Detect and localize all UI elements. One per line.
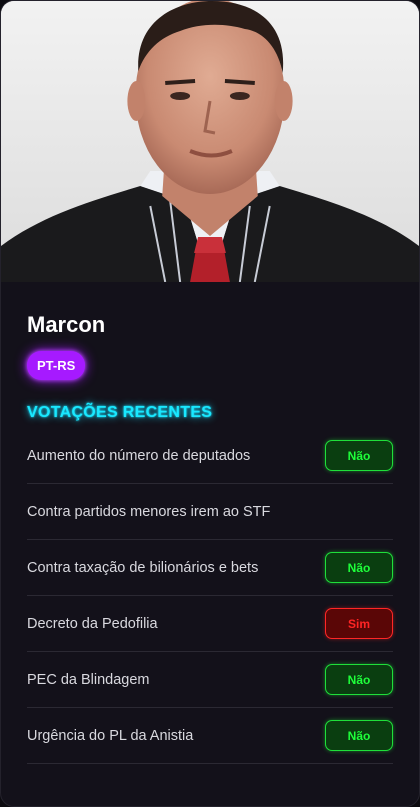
- vote-row: Urgência do PL da Anistia Não: [27, 708, 393, 764]
- vote-row: Aumento do número de deputados Não: [27, 428, 393, 484]
- vote-badge: Não: [325, 552, 393, 583]
- card-content: Marcon PT-RS VOTAÇÕES RECENTES Aumento d…: [1, 282, 419, 764]
- section-title: VOTAÇÕES RECENTES: [27, 404, 213, 421]
- vote-row: Contra partidos menores irem ao STF: [27, 484, 393, 540]
- deputy-card: Marcon PT-RS VOTAÇÕES RECENTES Aumento d…: [0, 0, 420, 807]
- vote-title: Urgência do PL da Anistia: [27, 727, 194, 744]
- vote-title: PEC da Blindagem: [27, 671, 150, 688]
- vote-list: Aumento do número de deputados Não Contr…: [27, 428, 393, 764]
- vote-row: PEC da Blindagem Não: [27, 652, 393, 708]
- deputy-name: Marcon: [27, 312, 106, 337]
- party-badge: PT-RS: [27, 351, 86, 380]
- portrait-image: [1, 1, 419, 282]
- vote-title: Aumento do número de deputados: [27, 447, 251, 464]
- deputy-photo: [1, 1, 419, 282]
- vote-badge: Não: [325, 664, 393, 695]
- vote-title: Contra partidos menores irem ao STF: [27, 503, 271, 520]
- vote-title: Contra taxação de bilionários e bets: [27, 559, 259, 576]
- vote-row: Decreto da Pedofilia Sim: [27, 596, 393, 652]
- vote-badge: Não: [325, 440, 393, 471]
- vote-row: Contra taxação de bilionários e bets Não: [27, 540, 393, 596]
- vote-badge: Não: [325, 720, 393, 751]
- vote-title: Decreto da Pedofilia: [27, 615, 158, 632]
- vote-badge: Sim: [325, 608, 393, 639]
